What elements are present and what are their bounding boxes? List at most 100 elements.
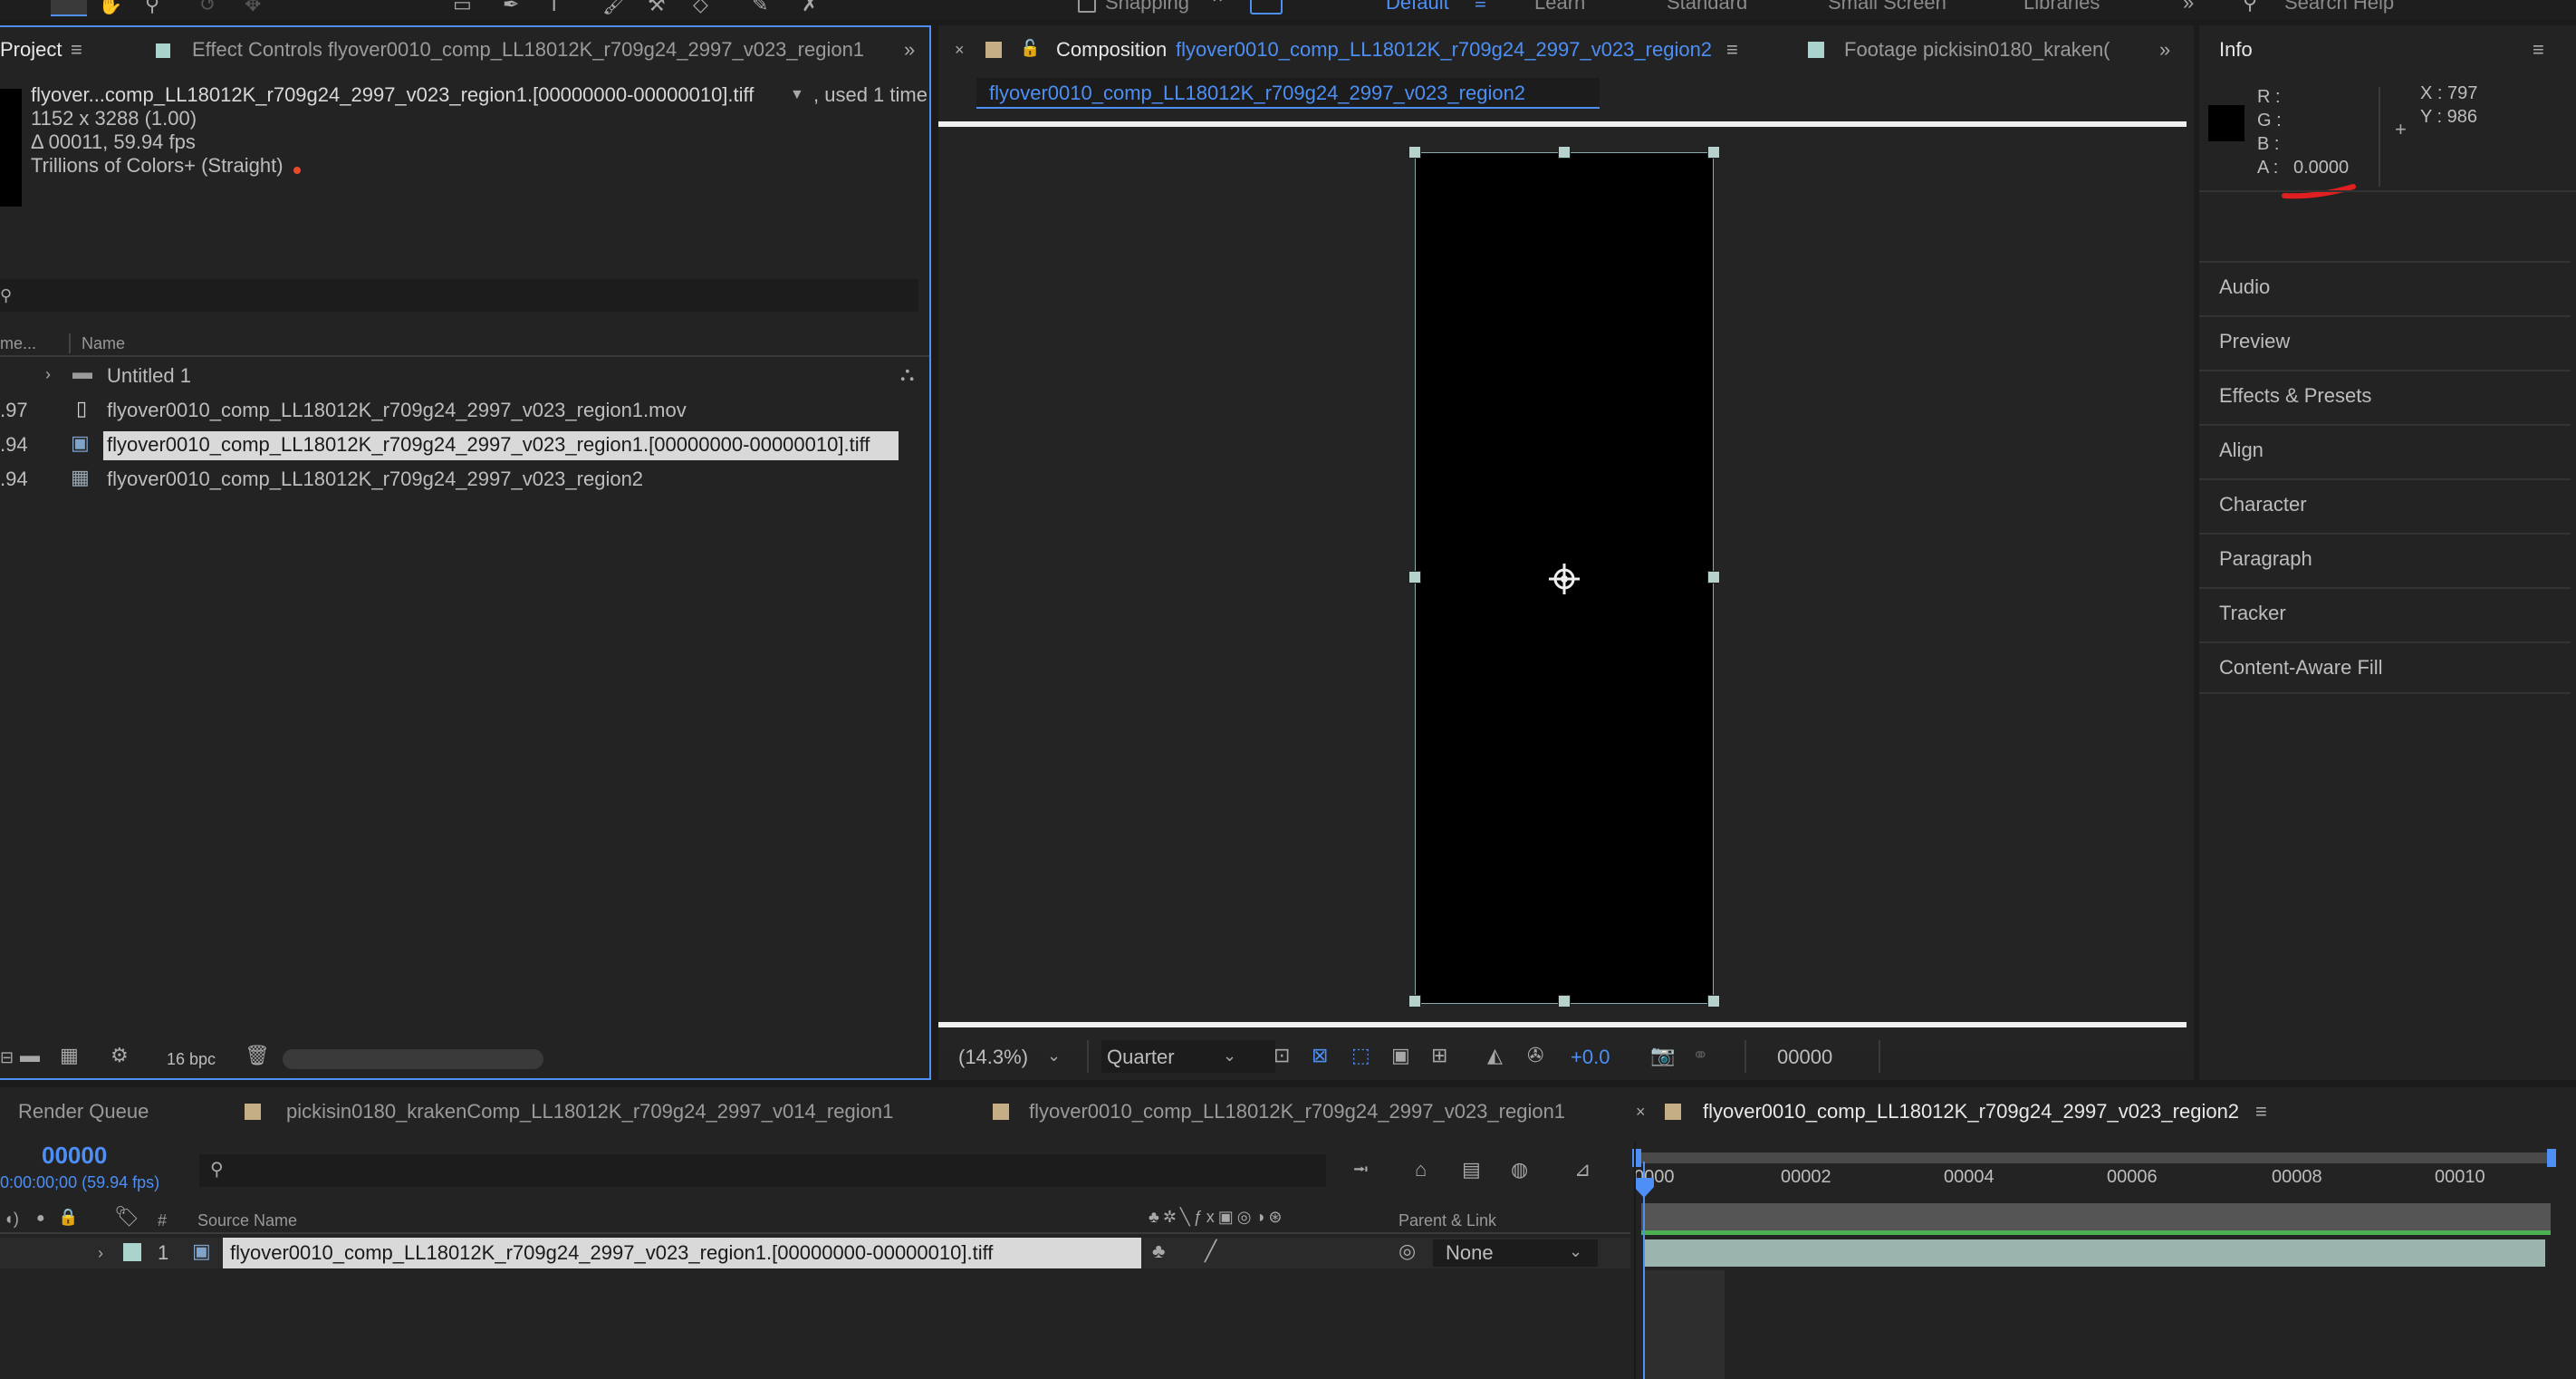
workspace-default[interactable]: Default (1386, 0, 1449, 14)
parent-pickwhip-icon[interactable]: ◎ (1399, 1239, 1416, 1263)
transform-handle[interactable] (1707, 146, 1720, 159)
tab-overflow-icon[interactable]: » (2159, 38, 2170, 62)
source-name-header[interactable]: Source Name (197, 1209, 297, 1232)
transform-handle[interactable] (1408, 571, 1421, 583)
timeline-tab-active[interactable]: flyover0010_comp_LL18012K_r709g24_2997_v… (1703, 1100, 2239, 1123)
panel-section-tracker-label[interactable]: Tracker (2219, 602, 2286, 625)
column-name-header[interactable]: Name (82, 332, 125, 355)
current-time-value[interactable]: 00000 (1777, 1046, 1832, 1069)
project-search-input[interactable] (0, 279, 918, 312)
reset-exposure-icon[interactable]: ✇ (1527, 1044, 1543, 1067)
chevron-down-icon[interactable]: ⌄ (1223, 1044, 1236, 1067)
project-tab[interactable]: Project (0, 38, 62, 62)
draft-3d-icon[interactable]: ⌂ (1415, 1158, 1427, 1181)
project-settings-icon[interactable]: ⚙ (111, 1044, 129, 1067)
column-frame-header[interactable]: me... (0, 332, 36, 355)
mask-visibility-icon[interactable]: ⬚ (1351, 1044, 1370, 1067)
chevron-down-icon[interactable]: ⌄ (1047, 1044, 1061, 1067)
project-item-name[interactable]: Untitled 1 (107, 364, 191, 388)
panel-section-audio-label[interactable]: Audio (2219, 275, 2270, 299)
snapping-options-icon[interactable]: ⌃ (1209, 0, 1226, 16)
panel-section-effects-presets-label[interactable]: Effects & Presets (2219, 384, 2371, 408)
transform-handle[interactable] (1558, 995, 1571, 1008)
transform-handle[interactable] (1408, 146, 1421, 159)
composition-tab-name[interactable]: flyover0010_comp_LL18012K_r709g24_2997_v… (1176, 38, 1712, 62)
workspace-overflow-icon[interactable]: » (2183, 0, 2194, 14)
snapping-checkbox[interactable] (1078, 0, 1096, 13)
exposure-value[interactable]: +0.0 (1571, 1046, 1610, 1069)
project-item-name[interactable]: flyover0010_comp_LL18012K_r709g24_2997_v… (107, 433, 870, 457)
new-composition-icon[interactable]: ▦ (60, 1044, 79, 1067)
snap-toggle-button[interactable] (1250, 0, 1283, 14)
composition-sub-tab-label[interactable]: flyover0010_comp_LL18012K_r709g24_2997_v… (989, 82, 1525, 105)
clone-tool-icon[interactable]: ⚒ (648, 0, 666, 16)
workspace-menu-icon[interactable]: ≡ (1475, 0, 1486, 14)
puppet-tool-icon[interactable]: ✗ (802, 0, 818, 16)
transform-handle[interactable] (1408, 995, 1421, 1008)
quality-switch-icon[interactable]: ╱ (1205, 1239, 1216, 1263)
transparency-grid-icon[interactable]: ⊠ (1312, 1044, 1328, 1067)
layer-name[interactable]: flyover0010_comp_LL18012K_r709g24_2997_v… (230, 1241, 993, 1265)
timeline-tab[interactable]: flyover0010_comp_LL18012K_r709g24_2997_v… (1029, 1100, 1565, 1123)
panel-section-character-label[interactable]: Character (2219, 493, 2307, 516)
folder-expand-icon[interactable]: › (45, 362, 51, 386)
hide-shy-layers-icon[interactable]: ▤ (1462, 1158, 1481, 1181)
rectangle-tool-icon[interactable]: ▭ (453, 0, 472, 16)
shy-switch-icon[interactable]: ♣ (1152, 1239, 1165, 1263)
search-icon[interactable]: ⚲ (2243, 0, 2257, 14)
column-divider[interactable] (69, 333, 71, 353)
transform-handle[interactable] (1707, 571, 1720, 583)
panel-section-paragraph-label[interactable]: Paragraph (2219, 547, 2312, 571)
eraser-tool-icon[interactable]: ◇ (693, 0, 708, 16)
pen-tool-icon[interactable]: ✒ (503, 0, 519, 16)
panel-section-preview-label[interactable]: Preview (2219, 330, 2290, 353)
graph-editor-icon[interactable]: ⊿ (1574, 1158, 1591, 1181)
workspace-small-screen[interactable]: Small Screen (1828, 0, 1946, 14)
guides-icon[interactable]: ⊞ (1431, 1044, 1447, 1067)
close-tab-icon[interactable]: × (955, 38, 965, 62)
timeline-search-input[interactable] (199, 1154, 1326, 1187)
time-navigator[interactable] (1638, 1152, 2552, 1163)
layer-duration-bar[interactable] (1643, 1239, 2545, 1267)
composition-menu-icon[interactable]: ≡ (1726, 38, 1738, 62)
expand-layer-icon[interactable]: › (98, 1241, 103, 1265)
usage-dropdown-icon[interactable]: ▼ (790, 83, 804, 107)
view-options-icon[interactable]: ◭ (1487, 1044, 1503, 1067)
close-tab-icon[interactable]: × (1636, 1100, 1646, 1123)
timeline-current-time[interactable]: 00000 (42, 1143, 107, 1167)
camera-tool-icon[interactable]: ✥ (245, 0, 261, 16)
layer-label-swatch[interactable] (123, 1243, 141, 1261)
comp-flowchart-icon[interactable]: ⭲ (1353, 1158, 1369, 1181)
brush-tool-icon[interactable]: 🖌 (602, 0, 628, 16)
show-snapshot-icon[interactable]: ⚭ (1692, 1044, 1708, 1067)
tab-overflow-icon[interactable]: » (904, 38, 915, 62)
rotate-tool-icon[interactable]: ↺ (199, 0, 216, 16)
project-panel-menu-icon[interactable]: ≡ (71, 38, 82, 62)
workspace-learn[interactable]: Learn (1534, 0, 1585, 14)
work-area-bar[interactable] (1641, 1203, 2551, 1230)
flowchart-icon[interactable]: ⛬ (900, 362, 914, 386)
effect-controls-tab[interactable]: Effect Controls flyover0010_comp_LL18012… (192, 38, 864, 62)
hand-tool-icon[interactable]: ✋ (98, 0, 122, 16)
zoom-tool-icon[interactable]: ⚲ (145, 0, 159, 16)
new-folder-icon[interactable]: ▬ (20, 1044, 40, 1067)
region-of-interest-icon[interactable]: ▣ (1391, 1044, 1410, 1067)
project-item-name[interactable]: flyover0010_comp_LL18012K_r709g24_2997_v… (107, 399, 687, 422)
type-tool-icon[interactable]: T (548, 0, 560, 16)
workspace-standard[interactable]: Standard (1667, 0, 1747, 14)
resolution-value[interactable]: Quarter (1107, 1046, 1175, 1069)
transform-handle[interactable] (1707, 995, 1720, 1008)
project-horizontal-scrollbar[interactable] (283, 1049, 543, 1069)
info-panel-title[interactable]: Info (2219, 38, 2253, 62)
anchor-point-icon[interactable] (1547, 562, 1581, 596)
timeline-tab[interactable]: pickisin0180_krakenComp_LL18012K_r709g24… (286, 1100, 893, 1123)
project-item-name[interactable]: flyover0010_comp_LL18012K_r709g24_2997_v… (107, 468, 643, 491)
motion-blur-icon[interactable]: ◍ (1511, 1158, 1528, 1181)
search-help-input[interactable]: Search Help (2284, 0, 2394, 14)
panel-section-align-label[interactable]: Align (2219, 439, 2264, 462)
composition-tab-label[interactable]: Composition (1056, 38, 1167, 62)
bit-depth-button[interactable]: 16 bpc (167, 1047, 216, 1071)
selection-tool-button[interactable] (51, 0, 87, 16)
footage-tab[interactable]: Footage pickisin0180_kraken( (1844, 38, 2110, 62)
lock-icon[interactable]: 🔓 (1020, 36, 1040, 60)
